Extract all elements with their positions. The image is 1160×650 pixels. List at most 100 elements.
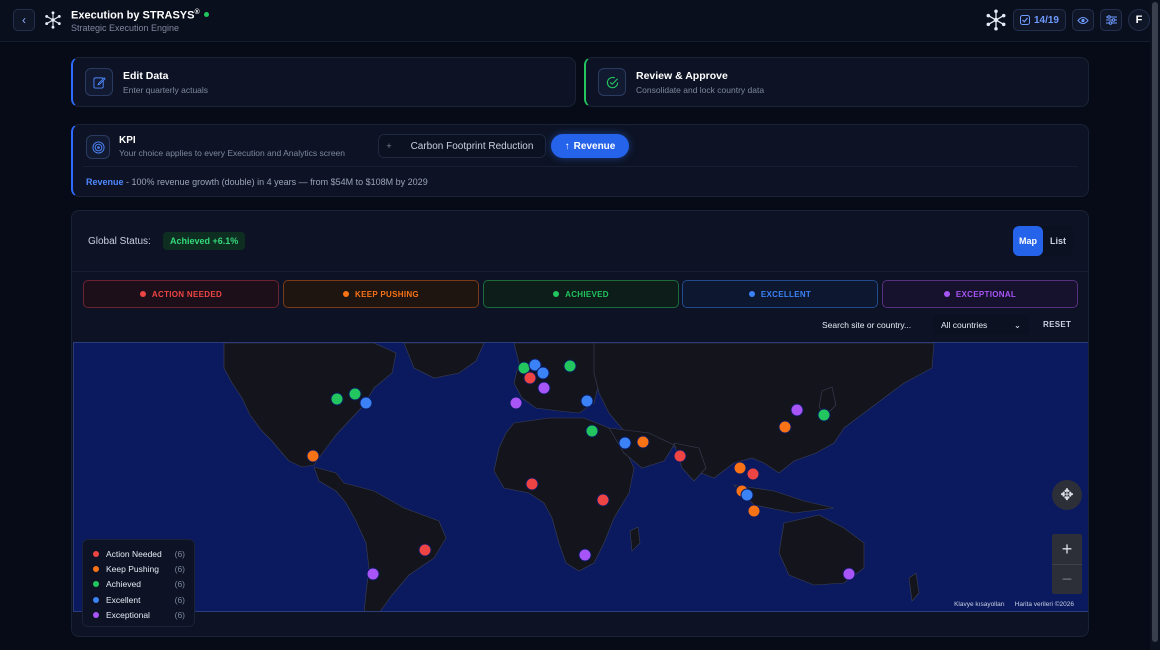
kpi-subtitle: Your choice applies to every Execution a… <box>119 148 346 158</box>
map-marker-keep-pushing <box>733 461 747 475</box>
status-dot <box>748 291 755 297</box>
list-view-button[interactable]: List <box>1043 226 1073 256</box>
map-marker-exceptional <box>578 548 592 562</box>
map-marker-achieved <box>348 387 362 401</box>
status-dot <box>943 291 950 297</box>
map-marker-excellent <box>359 396 373 410</box>
progress-counter-button[interactable]: 14/19 <box>1012 9 1066 31</box>
legend-item-exceptional: Exceptional (6) <box>93 608 194 623</box>
divider <box>83 166 1078 167</box>
back-button[interactable]: ‹ <box>13 9 35 31</box>
map-marker-action-needed <box>525 477 539 491</box>
divider <box>72 271 1088 272</box>
africa-landmass <box>493 417 635 572</box>
kpi-active-label: Revenue <box>573 140 616 152</box>
south-america-landmass <box>313 466 447 611</box>
status-dot <box>93 550 99 557</box>
preview-button[interactable] <box>1072 9 1094 31</box>
map-marker-action-needed <box>418 543 432 557</box>
global-status-card: Global Status: Achieved +6.1% Map List A… <box>71 210 1089 637</box>
progress-counter: 14/19 <box>1033 14 1059 26</box>
kpi-option-carbon[interactable]: + Carbon Footprint Reduction <box>378 134 546 158</box>
map-marker-exceptional <box>537 381 551 395</box>
view-toggle: Map List <box>1013 226 1073 256</box>
map-marker-keep-pushing <box>306 449 320 463</box>
map-marker-action-needed <box>746 467 760 481</box>
map-marker-achieved <box>330 392 344 406</box>
reset-button[interactable]: RESET <box>1043 320 1071 329</box>
app-title: Execution by STRASYS® <box>71 9 209 22</box>
pan-control-button[interactable]: ✥ <box>1052 480 1082 510</box>
edit-data-description: Enter quarterly actuals <box>123 84 209 95</box>
new-zealand-landmass <box>908 572 920 602</box>
status-dot <box>93 566 99 573</box>
map-marker-excellent <box>740 488 754 502</box>
checkbox-icon <box>1019 15 1030 25</box>
network-icon[interactable] <box>985 9 1007 31</box>
kpi-title: KPI <box>119 135 136 146</box>
filter-achieved[interactable]: ACHIEVED <box>483 280 679 308</box>
map-marker-action-needed <box>673 449 687 463</box>
edit-data-title: Edit Data <box>123 69 169 82</box>
search-input[interactable]: Search site or country... <box>822 320 911 330</box>
eye-icon <box>1077 16 1089 24</box>
edit-data-card[interactable]: Edit Data Enter quarterly actuals <box>71 57 576 107</box>
map-marker-keep-pushing <box>778 420 792 434</box>
status-dot <box>93 612 99 619</box>
map-marker-excellent <box>618 436 632 450</box>
map-marker-achieved <box>817 408 831 422</box>
world-map[interactable]: ✥ + − Klavye kısayolları Harita verileri… <box>73 342 1088 612</box>
country-select[interactable]: All countries ⌄ <box>933 315 1029 335</box>
legend-item-action-needed: Action Needed (6) <box>93 546 194 561</box>
user-avatar[interactable]: F <box>1128 9 1150 31</box>
settings-button[interactable] <box>1100 9 1122 31</box>
review-approve-title: Review & Approve <box>636 69 728 82</box>
status-dot <box>93 596 99 603</box>
world-map-canvas <box>223 343 935 611</box>
kpi-option-revenue[interactable]: ↑ Revenue <box>551 134 629 158</box>
map-marker-exceptional <box>509 396 523 410</box>
kpi-option-label: Carbon Footprint Reduction <box>410 140 534 152</box>
filter-excellent[interactable]: EXCELLENT <box>682 280 878 308</box>
check-circle-icon <box>598 68 626 96</box>
sliders-icon <box>1105 15 1117 25</box>
chevron-down-icon: ⌄ <box>1013 319 1021 330</box>
move-arrows-icon: ✥ <box>1060 487 1074 504</box>
legend-item-achieved: Achieved (6) <box>93 577 194 592</box>
chevron-left-icon: ‹ <box>22 13 26 27</box>
zoom-in-button[interactable]: + <box>1052 534 1082 564</box>
status-dot <box>343 291 350 297</box>
madagascar-landmass <box>629 526 641 552</box>
keyboard-shortcuts-link[interactable]: Klavye kısayolları <box>954 601 1005 608</box>
target-icon <box>86 135 110 159</box>
map-marker-achieved <box>563 359 577 373</box>
map-marker-exceptional <box>842 567 856 581</box>
legend-item-keep-pushing: Keep Pushing (6) <box>93 561 194 576</box>
zoom-control: + − <box>1052 534 1082 594</box>
filter-exceptional[interactable]: EXCEPTIONAL <box>882 280 1078 308</box>
pencil-icon <box>85 68 113 96</box>
map-view-button[interactable]: Map <box>1013 226 1043 256</box>
top-bar: ‹ Execution by STRASYS® Strategic Execut… <box>0 0 1160 42</box>
status-dot <box>139 291 146 297</box>
review-approve-card[interactable]: Review & Approve Consolidate and lock co… <box>584 57 1089 107</box>
map-marker-achieved <box>585 424 599 438</box>
arrow-up-icon: ↑ <box>564 140 570 152</box>
status-badge: Achieved +6.1% <box>163 232 246 250</box>
strasys-logo <box>45 11 61 29</box>
map-marker-keep-pushing <box>636 435 650 449</box>
kpi-selector-card: KPI Your choice applies to every Executi… <box>71 124 1089 197</box>
map-legend: Action Needed (6) Keep Pushing (6) Achieve… <box>82 539 195 627</box>
scrollbar-thumb[interactable] <box>1152 2 1158 642</box>
filter-action-needed[interactable]: ACTION NEEDED <box>83 280 279 308</box>
map-marker-action-needed <box>523 371 537 385</box>
zoom-out-button[interactable]: − <box>1052 564 1082 594</box>
map-marker-exceptional <box>790 403 804 417</box>
review-approve-description: Consolidate and lock country data <box>636 84 765 95</box>
status-dot <box>553 291 560 297</box>
greenland-landmass <box>403 343 485 379</box>
global-status-label: Global Status: <box>88 236 151 247</box>
legend-item-excellent: Excellent (6) <box>93 592 194 607</box>
filter-keep-pushing[interactable]: KEEP PUSHING <box>283 280 479 308</box>
page-scrollbar[interactable] <box>1150 0 1160 650</box>
